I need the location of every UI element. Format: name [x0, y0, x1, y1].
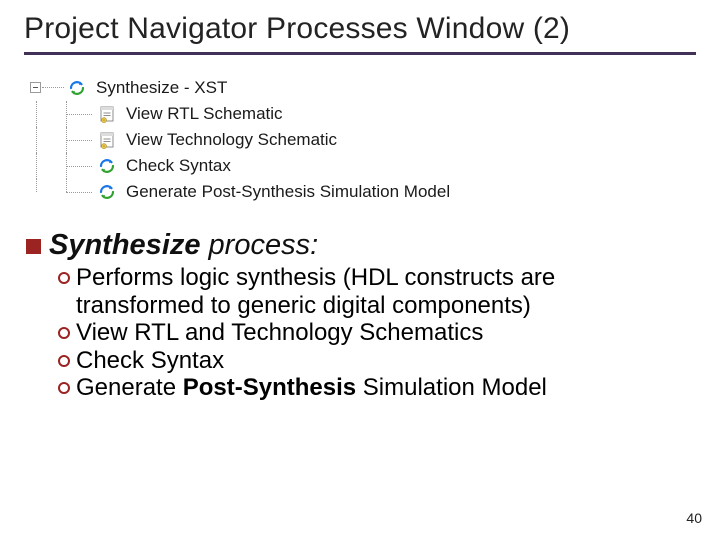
tree-child-row[interactable]: View Technology Schematic: [26, 127, 696, 153]
spin-arrows-icon: [96, 156, 118, 176]
slide: Project Navigator Processes Window (2) S…: [0, 0, 720, 540]
sub-bullet-bold: Post-Synthesis: [183, 374, 356, 401]
minus-icon: [30, 82, 41, 93]
tree-child-label: View Technology Schematic: [126, 130, 337, 150]
sub-bullet-text: Performs logic synthesis (HDL constructs…: [76, 264, 686, 319]
heading-row: Synthesize process:: [26, 229, 696, 262]
circle-bullet-icon: [58, 355, 70, 367]
sub-bullet-suffix: Simulation Model: [356, 374, 547, 401]
section-heading: Synthesize process:: [49, 229, 318, 262]
sub-bullet-row: Check Syntax: [58, 347, 696, 375]
spin-arrows-icon: [96, 182, 118, 202]
tree-child-row[interactable]: Generate Post-Synthesis Simulation Model: [26, 179, 696, 205]
process-tree: Synthesize - XST View RTL Schematic: [26, 75, 696, 205]
circle-bullet-icon: [58, 272, 70, 284]
sub-bullet-text: Check Syntax: [76, 347, 224, 375]
slide-title: Project Navigator Processes Window (2): [24, 12, 696, 46]
report-icon: [96, 104, 118, 124]
tree-root-label: Synthesize - XST: [96, 78, 227, 98]
tree-connector: [26, 101, 96, 127]
report-icon: [96, 130, 118, 150]
tree-child-row[interactable]: View RTL Schematic: [26, 101, 696, 127]
square-bullet-icon: [26, 239, 41, 254]
tree-connector: [26, 153, 96, 179]
sub-bullet-list: Performs logic synthesis (HDL constructs…: [26, 264, 696, 402]
circle-bullet-icon: [58, 382, 70, 394]
tree-connector: [26, 127, 96, 153]
sub-bullet-row: Generate Post-Synthesis Simulation Model: [58, 374, 696, 402]
tree-connector: [26, 179, 96, 205]
circle-bullet-icon: [58, 327, 70, 339]
tree-expand-toggle[interactable]: [26, 75, 66, 101]
tree-child-label: View RTL Schematic: [126, 104, 283, 124]
sub-bullet-prefix: Generate: [76, 374, 183, 401]
page-number: 40: [686, 510, 702, 526]
sub-bullet-row: Performs logic synthesis (HDL constructs…: [58, 264, 696, 319]
tree-root-row[interactable]: Synthesize - XST: [26, 75, 696, 101]
slide-body: Synthesize process: Performs logic synth…: [24, 229, 696, 402]
tree-child-label: Generate Post-Synthesis Simulation Model: [126, 182, 450, 202]
sub-bullet-text: View RTL and Technology Schematics: [76, 319, 483, 347]
sub-bullet-row: View RTL and Technology Schematics: [58, 319, 696, 347]
spin-arrows-icon: [66, 78, 88, 98]
sub-bullet-text: Generate Post-Synthesis Simulation Model: [76, 374, 547, 402]
title-underline: [24, 52, 696, 55]
heading-bold: Synthesize: [49, 229, 201, 261]
tree-child-label: Check Syntax: [126, 156, 231, 176]
heading-rest: process:: [201, 229, 319, 261]
tree-child-row[interactable]: Check Syntax: [26, 153, 696, 179]
